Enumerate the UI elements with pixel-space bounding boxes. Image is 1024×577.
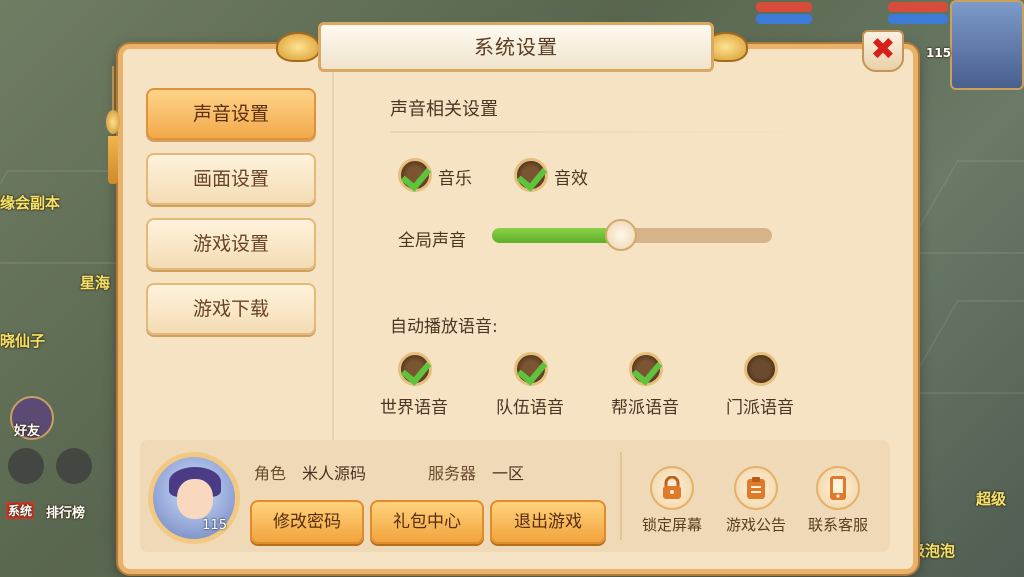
scene-label-npc: 超级 [976,490,1007,508]
music-label: 音乐 [438,169,472,189]
title-ornament-left [276,32,320,62]
tab-game-settings[interactable]: 游戏设置 [146,218,316,270]
sect-voice-label: 门派语音 [726,398,794,418]
microphone-icon[interactable] [56,448,92,484]
player-level-badge: 115 [926,46,952,60]
scene-label-npc: 星海 [80,274,111,292]
player-portrait[interactable] [950,0,1024,90]
close-x-icon: ✖ [870,32,896,67]
volume-slider[interactable] [492,219,772,251]
team-hp-bars [756,0,812,34]
change-password-button[interactable]: 修改密码 [250,500,364,544]
tab-sound-settings[interactable]: 声音设置 [146,88,316,140]
check-icon [631,354,663,386]
sidebar-divider [332,72,334,440]
game-notice-button[interactable]: 游戏公告 [716,462,796,542]
avatar-level: 115 [202,518,227,533]
volume-label: 全局声音 [398,231,466,251]
mp-bar [756,14,812,24]
world-voice-label: 世界语音 [380,398,448,418]
server-value: 一区 [492,464,525,483]
notice-board-icon [734,466,778,510]
lock-screen-label: 锁定屏幕 [641,516,702,534]
role-value: 米人源码 [302,464,367,483]
hp-bar [888,2,948,12]
tassel-ornament [106,66,120,186]
ranking-label[interactable]: 排行榜 [46,502,85,521]
check-icon [516,354,548,386]
scene-label-npc: 晓仙子 [0,332,46,350]
guild-voice-checkbox[interactable] [629,352,663,386]
sfx-checkbox[interactable] [514,158,548,192]
exit-game-button[interactable]: 退出游戏 [490,500,606,544]
dialog-title: 系统设置 [318,22,714,72]
check-icon [400,354,432,386]
lock-screen-button[interactable]: 锁定屏幕 [632,462,712,542]
check-icon [516,160,548,192]
tab-display-settings[interactable]: 画面设置 [146,153,316,205]
music-checkbox[interactable] [398,158,432,192]
close-button[interactable]: ✖ [862,30,904,72]
contact-support-label: 联系客服 [807,516,868,534]
volume-slider-fill [492,228,621,243]
friends-label: 好友 [14,424,41,439]
volume-slider-handle[interactable] [604,219,637,251]
floor-tile [902,160,1024,254]
sfx-label: 音效 [554,169,588,189]
system-tag: 系统 [6,502,35,519]
sect-voice-checkbox[interactable] [744,352,778,386]
world-voice-checkbox[interactable] [398,352,432,386]
team-voice-checkbox[interactable] [514,352,548,386]
bottom-divider [620,452,622,540]
tab-game-download[interactable]: 游戏下载 [146,283,316,335]
section-title: 声音相关设置 [390,99,498,120]
guild-voice-label: 帮派语音 [611,398,679,418]
auto-voice-title: 自动播放语音: [390,317,498,337]
lock-icon [650,466,694,510]
chat-icon[interactable] [8,448,44,484]
team-voice-label: 队伍语音 [496,398,564,418]
hp-bar [756,2,812,12]
floor-tile [902,300,1024,394]
check-icon [400,160,432,192]
player-hp-bars [888,0,948,34]
avatar: 115 [148,452,240,544]
phone-icon [816,466,860,510]
server-label: 服务器 [428,464,477,483]
contact-support-button[interactable]: 联系客服 [798,462,878,542]
gift-center-button[interactable]: 礼包中心 [370,500,484,544]
game-notice-label: 游戏公告 [725,516,786,534]
settings-sidebar: 声音设置 画面设置 游戏设置 游戏下载 [124,72,332,440]
scene-label-dungeon: 缘会副本 [0,194,61,212]
role-label: 角色 [254,464,287,483]
mp-bar [888,14,948,24]
section-divider [390,131,850,133]
